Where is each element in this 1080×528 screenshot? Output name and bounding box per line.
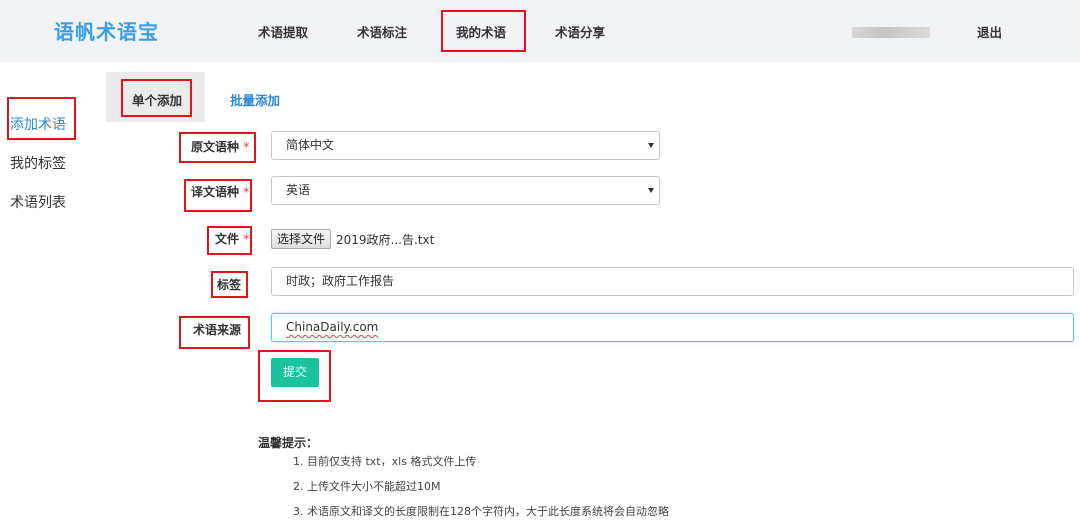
nav-my-terms[interactable]: 我的术语 <box>456 22 506 41</box>
tags-value: 时政；政府工作报告 <box>286 274 395 288</box>
nav-term-extraction[interactable]: 术语提取 <box>258 22 308 41</box>
tags-input[interactable]: 时政；政府工作报告 <box>271 267 1074 296</box>
tip-item: 2. 上传文件大小不能超过10M <box>293 480 441 493</box>
sidebar-item-term-list[interactable]: 术语列表 <box>10 192 66 212</box>
source-language-label: 原文语种 * <box>191 140 250 154</box>
tab-batch-add[interactable]: 批量添加 <box>230 90 280 109</box>
user-name-blurred <box>852 27 930 38</box>
chevron-down-icon <box>648 188 654 193</box>
target-language-label: 译文语种 * <box>191 185 250 199</box>
target-language-select[interactable]: 英语 <box>271 176 660 205</box>
nav-term-annotation[interactable]: 术语标注 <box>357 22 407 41</box>
tags-label: 标签 <box>217 278 242 292</box>
tab-single-add[interactable]: 单个添加 <box>132 90 182 109</box>
sidebar-item-add-term[interactable]: 添加术语 <box>10 114 66 134</box>
target-language-value: 英语 <box>286 183 311 197</box>
app-logo[interactable]: 语帆术语宝 <box>54 16 159 45</box>
term-source-value: ChinaDaily.com <box>286 320 379 334</box>
term-source-label: 术语来源 <box>193 323 242 337</box>
source-language-select[interactable]: 简体中文 <box>271 131 660 160</box>
submit-button[interactable]: 提交 <box>271 358 319 387</box>
chevron-down-icon <box>648 143 654 148</box>
top-navigation-bar: 语帆术语宝 术语提取 术语标注 我的术语 术语分享 退出 <box>0 0 1080 62</box>
tip-item: 1. 目前仅支持 txt，xls 格式文件上传 <box>293 455 477 468</box>
sidebar: 添加术语 我的标签 术语列表 <box>0 62 95 528</box>
file-label: 文件 * <box>215 232 250 246</box>
tips-title: 温馨提示： <box>258 436 319 450</box>
source-language-value: 简体中文 <box>286 138 335 152</box>
sidebar-item-my-tags[interactable]: 我的标签 <box>10 153 66 173</box>
selected-file-name: 2019政府...告.txt <box>336 233 435 247</box>
term-source-input[interactable]: ChinaDaily.com <box>271 313 1074 342</box>
logout-link[interactable]: 退出 <box>977 22 1002 41</box>
tip-item: 3. 术语原文和译文的长度限制在128个字符内，大于此长度系统将会自动忽略 <box>293 505 669 518</box>
nav-term-sharing[interactable]: 术语分享 <box>555 22 605 41</box>
choose-file-button[interactable]: 选择文件 <box>271 229 332 249</box>
